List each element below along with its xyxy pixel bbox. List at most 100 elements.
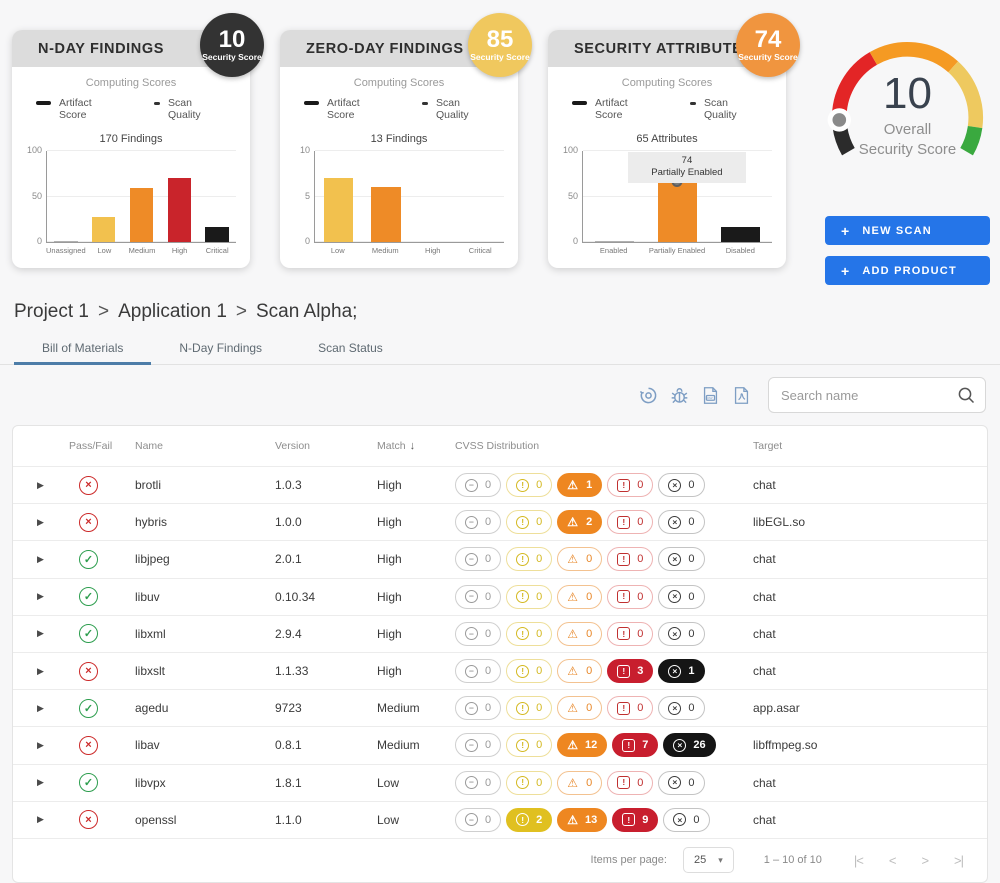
- cvss-chip-severity-2: ⚠0: [557, 585, 602, 609]
- y-axis-tick: 100: [27, 145, 42, 155]
- tab-scan-status[interactable]: Scan Status: [290, 335, 411, 364]
- breadcrumb-item[interactable]: Scan Alpha;: [256, 301, 357, 323]
- table-footer: Items per page: 25 ▾ 1 – 10 of 10 |< < >…: [13, 838, 987, 882]
- expand-row-icon[interactable]: ▶: [23, 591, 69, 602]
- cross-circle-icon: ×: [673, 813, 686, 826]
- fail-icon: ×: [79, 736, 98, 755]
- previous-page-icon[interactable]: <: [889, 853, 896, 868]
- y-axis-tick: 5: [305, 191, 310, 201]
- cvss-distribution: −0!0⚠2!0×0: [455, 510, 753, 534]
- cvss-chip-severity-2: ⚠1: [557, 473, 602, 497]
- add-product-button[interactable]: + ADD PRODUCT: [825, 256, 990, 285]
- cvss-chip-severity-3: !0: [607, 771, 653, 795]
- tab-n-day-findings[interactable]: N-Day Findings: [151, 335, 290, 364]
- security-score-badge: 74 Security Score: [736, 13, 800, 77]
- cvss-chip-severity-0: −0: [455, 771, 501, 795]
- expand-row-icon[interactable]: ▶: [23, 628, 69, 639]
- cell-name: libxslt: [135, 664, 275, 678]
- cell-target: chat: [753, 664, 987, 678]
- plus-icon: +: [841, 263, 850, 279]
- x-axis-label: High: [161, 246, 199, 255]
- breadcrumb-item[interactable]: Application 1: [118, 301, 227, 323]
- warning-triangle-icon: ⚠: [567, 665, 578, 677]
- cell-name: libvpx: [135, 776, 275, 790]
- bug-report-icon[interactable]: [669, 385, 689, 405]
- expand-row-icon[interactable]: ▶: [23, 740, 69, 751]
- cell-match: Low: [377, 776, 455, 790]
- cell-match: Medium: [377, 701, 455, 715]
- cvss-chip-severity-3: !0: [607, 473, 653, 497]
- x-axis-label: Disabled: [709, 246, 772, 255]
- cell-target: chat: [753, 627, 987, 641]
- search-input[interactable]: [781, 388, 957, 403]
- last-page-icon[interactable]: >|: [954, 853, 963, 868]
- expand-row-icon[interactable]: ▶: [23, 480, 69, 491]
- search-icon[interactable]: [957, 385, 975, 405]
- cell-version: 1.8.1: [275, 776, 377, 790]
- chart-legend: Artifact Score Scan Quality: [12, 97, 250, 121]
- cvss-count: 0: [637, 591, 643, 603]
- cell-name: libuv: [135, 590, 275, 604]
- breadcrumb-item[interactable]: Project 1: [14, 301, 89, 323]
- cvss-chip-severity-2: ⚠0: [557, 547, 602, 571]
- chart-title: 170 Findings: [12, 133, 250, 145]
- warning-triangle-icon: ⚠: [567, 479, 578, 491]
- cvss-count: 0: [536, 516, 542, 528]
- bar-chart-attributes: 05010074Partially EnabledEnabledPartiall…: [548, 151, 786, 255]
- tab-bill-of-materials[interactable]: Bill of Materials: [14, 335, 151, 364]
- bar-partially-enabled: [658, 182, 697, 242]
- artifact-score-swatch: [36, 101, 51, 105]
- cvss-distribution: −0!0⚠1!0×0: [455, 473, 753, 497]
- y-axis-tick: 0: [37, 236, 42, 246]
- cvss-count: 0: [586, 702, 592, 714]
- cvss-chip-severity-0: −0: [455, 473, 501, 497]
- cvss-count: 0: [536, 739, 542, 751]
- pass-icon: ✓: [79, 550, 98, 569]
- expand-row-icon[interactable]: ▶: [23, 666, 69, 677]
- cvss-count: 12: [585, 739, 597, 751]
- cvss-chip-severity-2: ⚠0: [557, 696, 602, 720]
- chart-plot-area: 050100: [46, 151, 236, 243]
- expand-row-icon[interactable]: ▶: [23, 703, 69, 714]
- new-scan-button[interactable]: + NEW SCAN: [825, 216, 990, 245]
- export-pdf-icon[interactable]: [731, 385, 751, 405]
- expand-row-icon[interactable]: ▶: [23, 777, 69, 788]
- bar-chart-zeroday: 0510LowMediumHighCritical: [280, 151, 518, 255]
- cvss-count: 0: [637, 553, 643, 565]
- exclamation-circle-icon: !: [516, 479, 529, 492]
- fail-icon: ×: [79, 810, 98, 829]
- cvss-count: 0: [586, 777, 592, 789]
- cvss-chip-severity-1: !0: [506, 733, 552, 757]
- export-csv-icon[interactable]: csv: [700, 385, 720, 405]
- cvss-chip-severity-0: −0: [455, 585, 501, 609]
- expand-row-icon[interactable]: ▶: [23, 554, 69, 565]
- cell-name: openssl: [135, 813, 275, 827]
- exclamation-circle-icon: !: [516, 627, 529, 640]
- cell-version: 2.9.4: [275, 627, 377, 641]
- warning-triangle-icon: ⚠: [567, 516, 578, 528]
- exclamation-circle-icon: !: [516, 739, 529, 752]
- sort-descending-icon[interactable]: ↓: [410, 440, 416, 452]
- next-page-icon[interactable]: >: [921, 853, 928, 868]
- bar-enabled: [595, 241, 634, 242]
- card-subtitle: Computing Scores: [280, 77, 518, 89]
- chart-plot-area: 0510: [314, 151, 504, 243]
- expand-row-icon[interactable]: ▶: [23, 517, 69, 528]
- expand-row-icon[interactable]: ▶: [23, 814, 69, 825]
- legend-artifact-score: Artifact Score: [36, 97, 108, 121]
- cell-target: libffmpeg.so: [753, 738, 987, 752]
- cvss-count: 0: [485, 591, 491, 603]
- page-size-select[interactable]: 25 ▾: [683, 847, 734, 873]
- exclamation-square-icon: !: [617, 479, 630, 492]
- exclamation-circle-icon: !: [516, 665, 529, 678]
- rescan-icon[interactable]: [638, 385, 658, 405]
- pass-icon: ✓: [79, 773, 98, 792]
- cvss-chip-severity-4: ×0: [658, 696, 704, 720]
- exclamation-square-icon: !: [617, 665, 630, 678]
- table-row: ▶✓libxml2.9.4High−0!0⚠0!0×0chat: [13, 615, 987, 652]
- first-page-icon[interactable]: |<: [854, 853, 863, 868]
- header-match[interactable]: Match ↓: [377, 440, 455, 452]
- cell-target: chat: [753, 776, 987, 790]
- items-per-page-label: Items per page:: [591, 854, 667, 866]
- exclamation-square-icon: !: [617, 776, 630, 789]
